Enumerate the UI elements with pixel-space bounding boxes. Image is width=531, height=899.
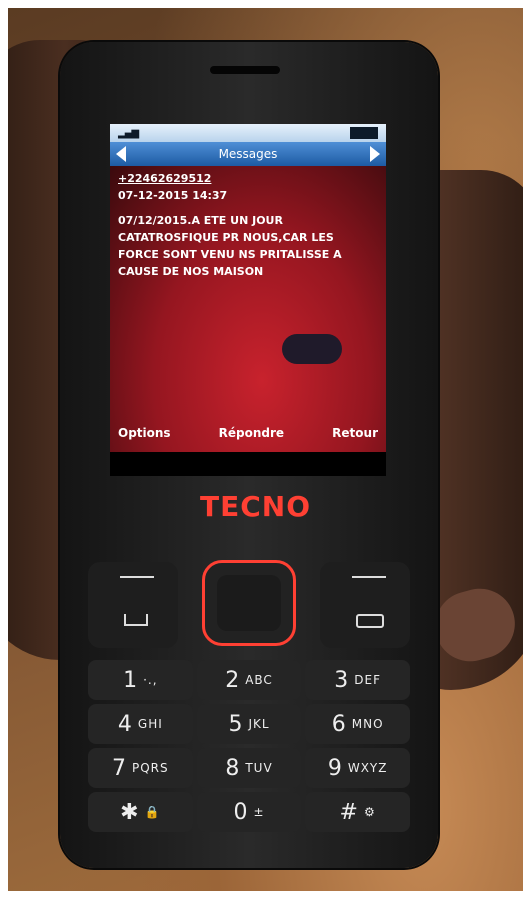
- key-number: ✱: [120, 799, 139, 825]
- key-number: 5: [228, 711, 243, 737]
- key-5[interactable]: 5 JKL: [196, 704, 302, 744]
- phone-screen: ▂▄▆ Messages +22462629512 07-12-2015 14:…: [110, 124, 386, 476]
- lock-icon: 🔒: [144, 805, 161, 819]
- key-number: 0: [233, 799, 248, 825]
- key-0[interactable]: 0 ±: [196, 792, 302, 832]
- key-letters: WXYZ: [347, 761, 388, 775]
- softkey-back[interactable]: Retour: [332, 425, 378, 442]
- key-number: #: [339, 799, 358, 825]
- background-phone-camera: [282, 334, 342, 364]
- dpad[interactable]: [202, 560, 296, 646]
- message-body: 07/12/2015.A ETE UN JOUR CATATROSFIQUE P…: [118, 214, 342, 278]
- navigation-row: [88, 542, 410, 652]
- key-number: 3: [334, 667, 349, 693]
- arrow-right-icon[interactable]: [369, 146, 380, 162]
- key-7[interactable]: 7 PQRS: [88, 748, 193, 788]
- key-hash[interactable]: # ⚙: [305, 792, 410, 832]
- key-9[interactable]: 9 WXYZ: [305, 748, 410, 788]
- left-soft-key[interactable]: [88, 562, 178, 648]
- key-number: 1: [123, 667, 138, 693]
- key-letters: JKL: [248, 717, 270, 731]
- message-sender[interactable]: +22462629512: [118, 170, 378, 187]
- screen-title: Messages: [218, 147, 278, 161]
- key-number: 2: [225, 667, 240, 693]
- battery-icon: [350, 127, 378, 139]
- dash-icon: [352, 576, 386, 578]
- number-keys: 1 ·., 2 ABC 3 DEF 4 GHI 5 JKL 6 MNO 7 PQRS 8 TUV…: [88, 660, 410, 832]
- message-datetime: 07-12-2015 14:37: [118, 189, 228, 202]
- key-4[interactable]: 4 GHI: [88, 704, 193, 744]
- key-letters: TUV: [245, 761, 273, 775]
- earpiece-speaker: [210, 66, 280, 74]
- key-letters: PQRS: [132, 761, 169, 775]
- key-letters: DEF: [354, 673, 382, 687]
- feature-phone: ▂▄▆ Messages +22462629512 07-12-2015 14:…: [60, 42, 438, 868]
- key-letters: ±: [253, 805, 265, 819]
- profile-icon: ⚙: [363, 805, 376, 819]
- dash-icon: [120, 576, 154, 578]
- title-bar: Messages: [110, 142, 386, 166]
- key-letters: GHI: [137, 717, 163, 731]
- softkey-reply[interactable]: Répondre: [219, 425, 284, 442]
- status-bar: ▂▄▆: [110, 124, 386, 142]
- signal-icon: ▂▄▆: [118, 127, 139, 139]
- key-6[interactable]: 6 MNO: [305, 704, 410, 744]
- key-8[interactable]: 8 TUV: [196, 748, 302, 788]
- call-icon: [124, 614, 148, 626]
- key-number: 8: [225, 755, 240, 781]
- key-number: 7: [112, 755, 126, 781]
- key-2[interactable]: 2 ABC: [196, 660, 302, 700]
- keypad: 1 ·., 2 ABC 3 DEF 4 GHI 5 JKL 6 MNO 7 PQRS 8 TUV…: [88, 542, 410, 832]
- key-letters: ·.,: [143, 673, 158, 687]
- key-number: 9: [327, 755, 342, 781]
- softkey-options[interactable]: Options: [118, 425, 171, 442]
- key-3[interactable]: 3 DEF: [305, 660, 410, 700]
- key-star[interactable]: ✱ 🔒: [88, 792, 193, 832]
- brand-logo: TECNO: [200, 490, 312, 523]
- key-number: 4: [117, 711, 132, 737]
- dpad-center-button[interactable]: [217, 575, 281, 631]
- key-letters: ABC: [245, 673, 273, 687]
- right-soft-key[interactable]: [320, 562, 410, 648]
- key-letters: MNO: [351, 717, 384, 731]
- arrow-left-icon[interactable]: [116, 146, 126, 162]
- end-call-icon: [356, 614, 384, 628]
- message-view: +22462629512 07-12-2015 14:37 07/12/2015…: [110, 166, 386, 452]
- key-number: 6: [331, 711, 346, 737]
- key-1[interactable]: 1 ·.,: [88, 660, 193, 700]
- softkey-bar: Options Répondre Retour: [110, 425, 386, 442]
